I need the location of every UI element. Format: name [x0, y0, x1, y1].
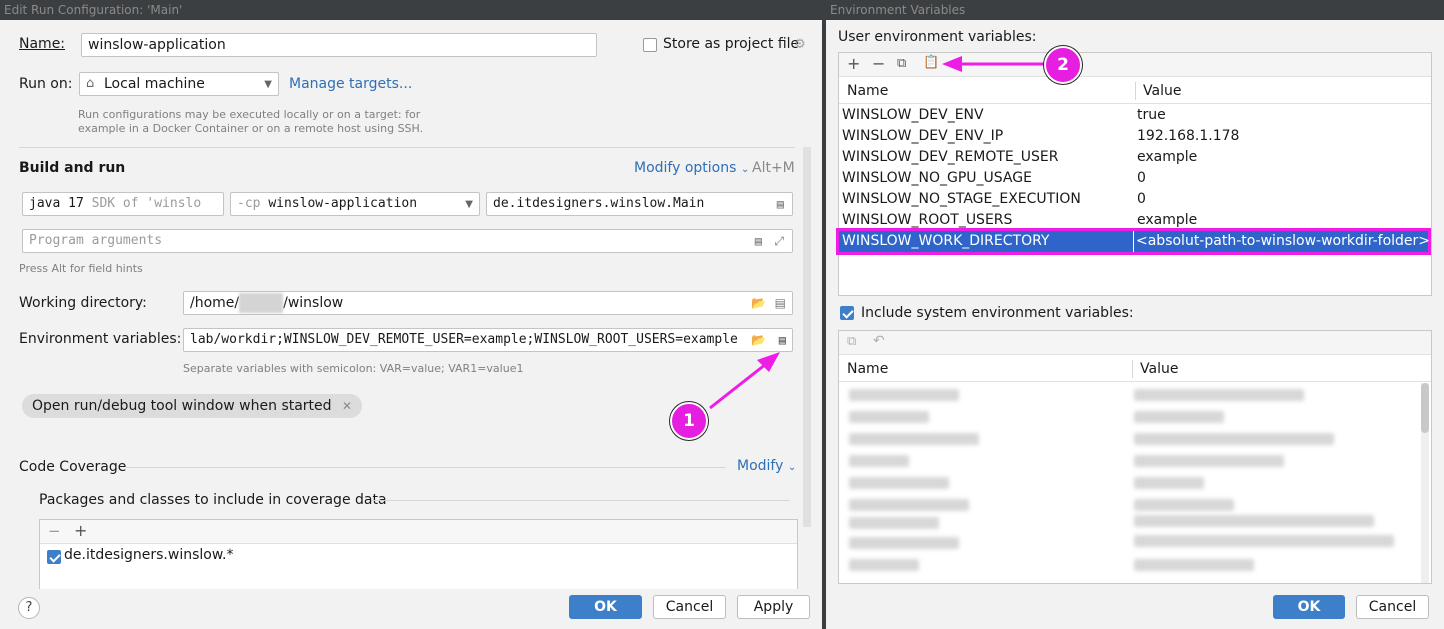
annotation-arrows	[709, 56, 1045, 410]
annotation-badge-1: 1	[670, 402, 708, 440]
annotation-arrowhead-2	[942, 56, 962, 72]
annotation-arrow-1	[709, 362, 767, 410]
annotation-badge-2: 2	[1044, 46, 1082, 84]
